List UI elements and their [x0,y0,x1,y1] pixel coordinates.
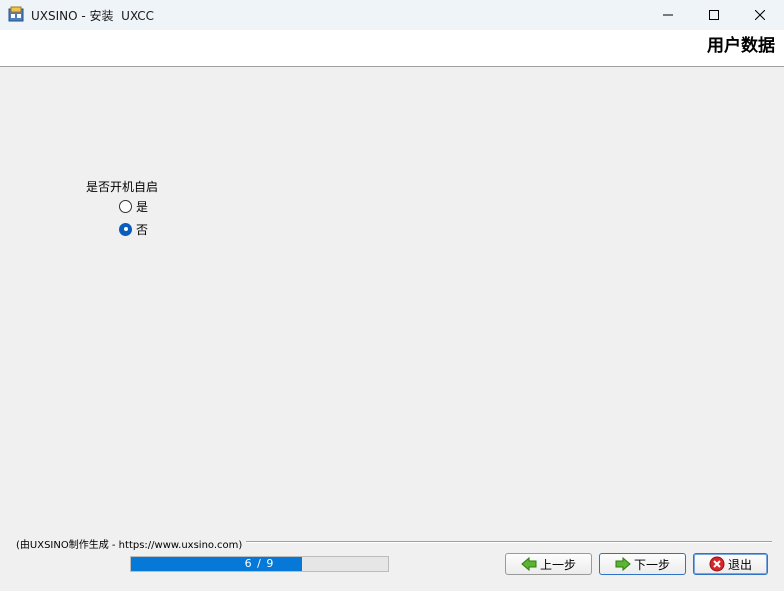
quit-button[interactable]: 退出 [693,553,768,575]
arrow-right-icon [615,556,631,572]
page-title: 用户数据 [707,36,775,56]
title-bar[interactable]: UXSINO - 安装 UXCC [0,0,784,30]
cancel-icon [709,556,725,572]
footer-credit: (由UXSINO制作生成 - https://www.uxsino.com) [16,536,247,551]
radio-option-no[interactable]: 否 [119,221,148,237]
radio-option-yes[interactable]: 是 [119,198,148,214]
minimize-icon [663,14,673,16]
maximize-button[interactable] [691,0,737,30]
installer-window: UXSINO - 安装 UXCC 用户数据 是否开机自启 是 否 (由UXSIN… [0,0,784,591]
window-title: UXSINO - 安装 UXCC [31,9,155,23]
close-button[interactable] [737,0,783,30]
page-header: 用户数据 [0,30,784,67]
app-icon [8,6,24,22]
progress-text: 6 / 9 [244,557,275,570]
previous-button-label: 上一步 [539,557,576,572]
autostart-question-label: 是否开机自启 [86,180,159,194]
minimize-button[interactable] [645,0,691,30]
radio-label-yes[interactable]: 是 [136,198,148,215]
progress-bar: 6 / 9 [130,556,389,572]
radio-button-no[interactable] [119,222,132,236]
radio-button-yes[interactable] [119,199,132,213]
next-button-label: 下一步 [633,557,670,572]
arrow-left-icon [521,556,537,572]
maximize-icon [709,10,719,20]
next-button[interactable]: 下一步 [599,553,686,575]
close-icon [755,10,765,20]
radio-label-no[interactable]: 否 [136,221,148,238]
previous-button[interactable]: 上一步 [505,553,592,575]
quit-button-label: 退出 [727,557,752,572]
